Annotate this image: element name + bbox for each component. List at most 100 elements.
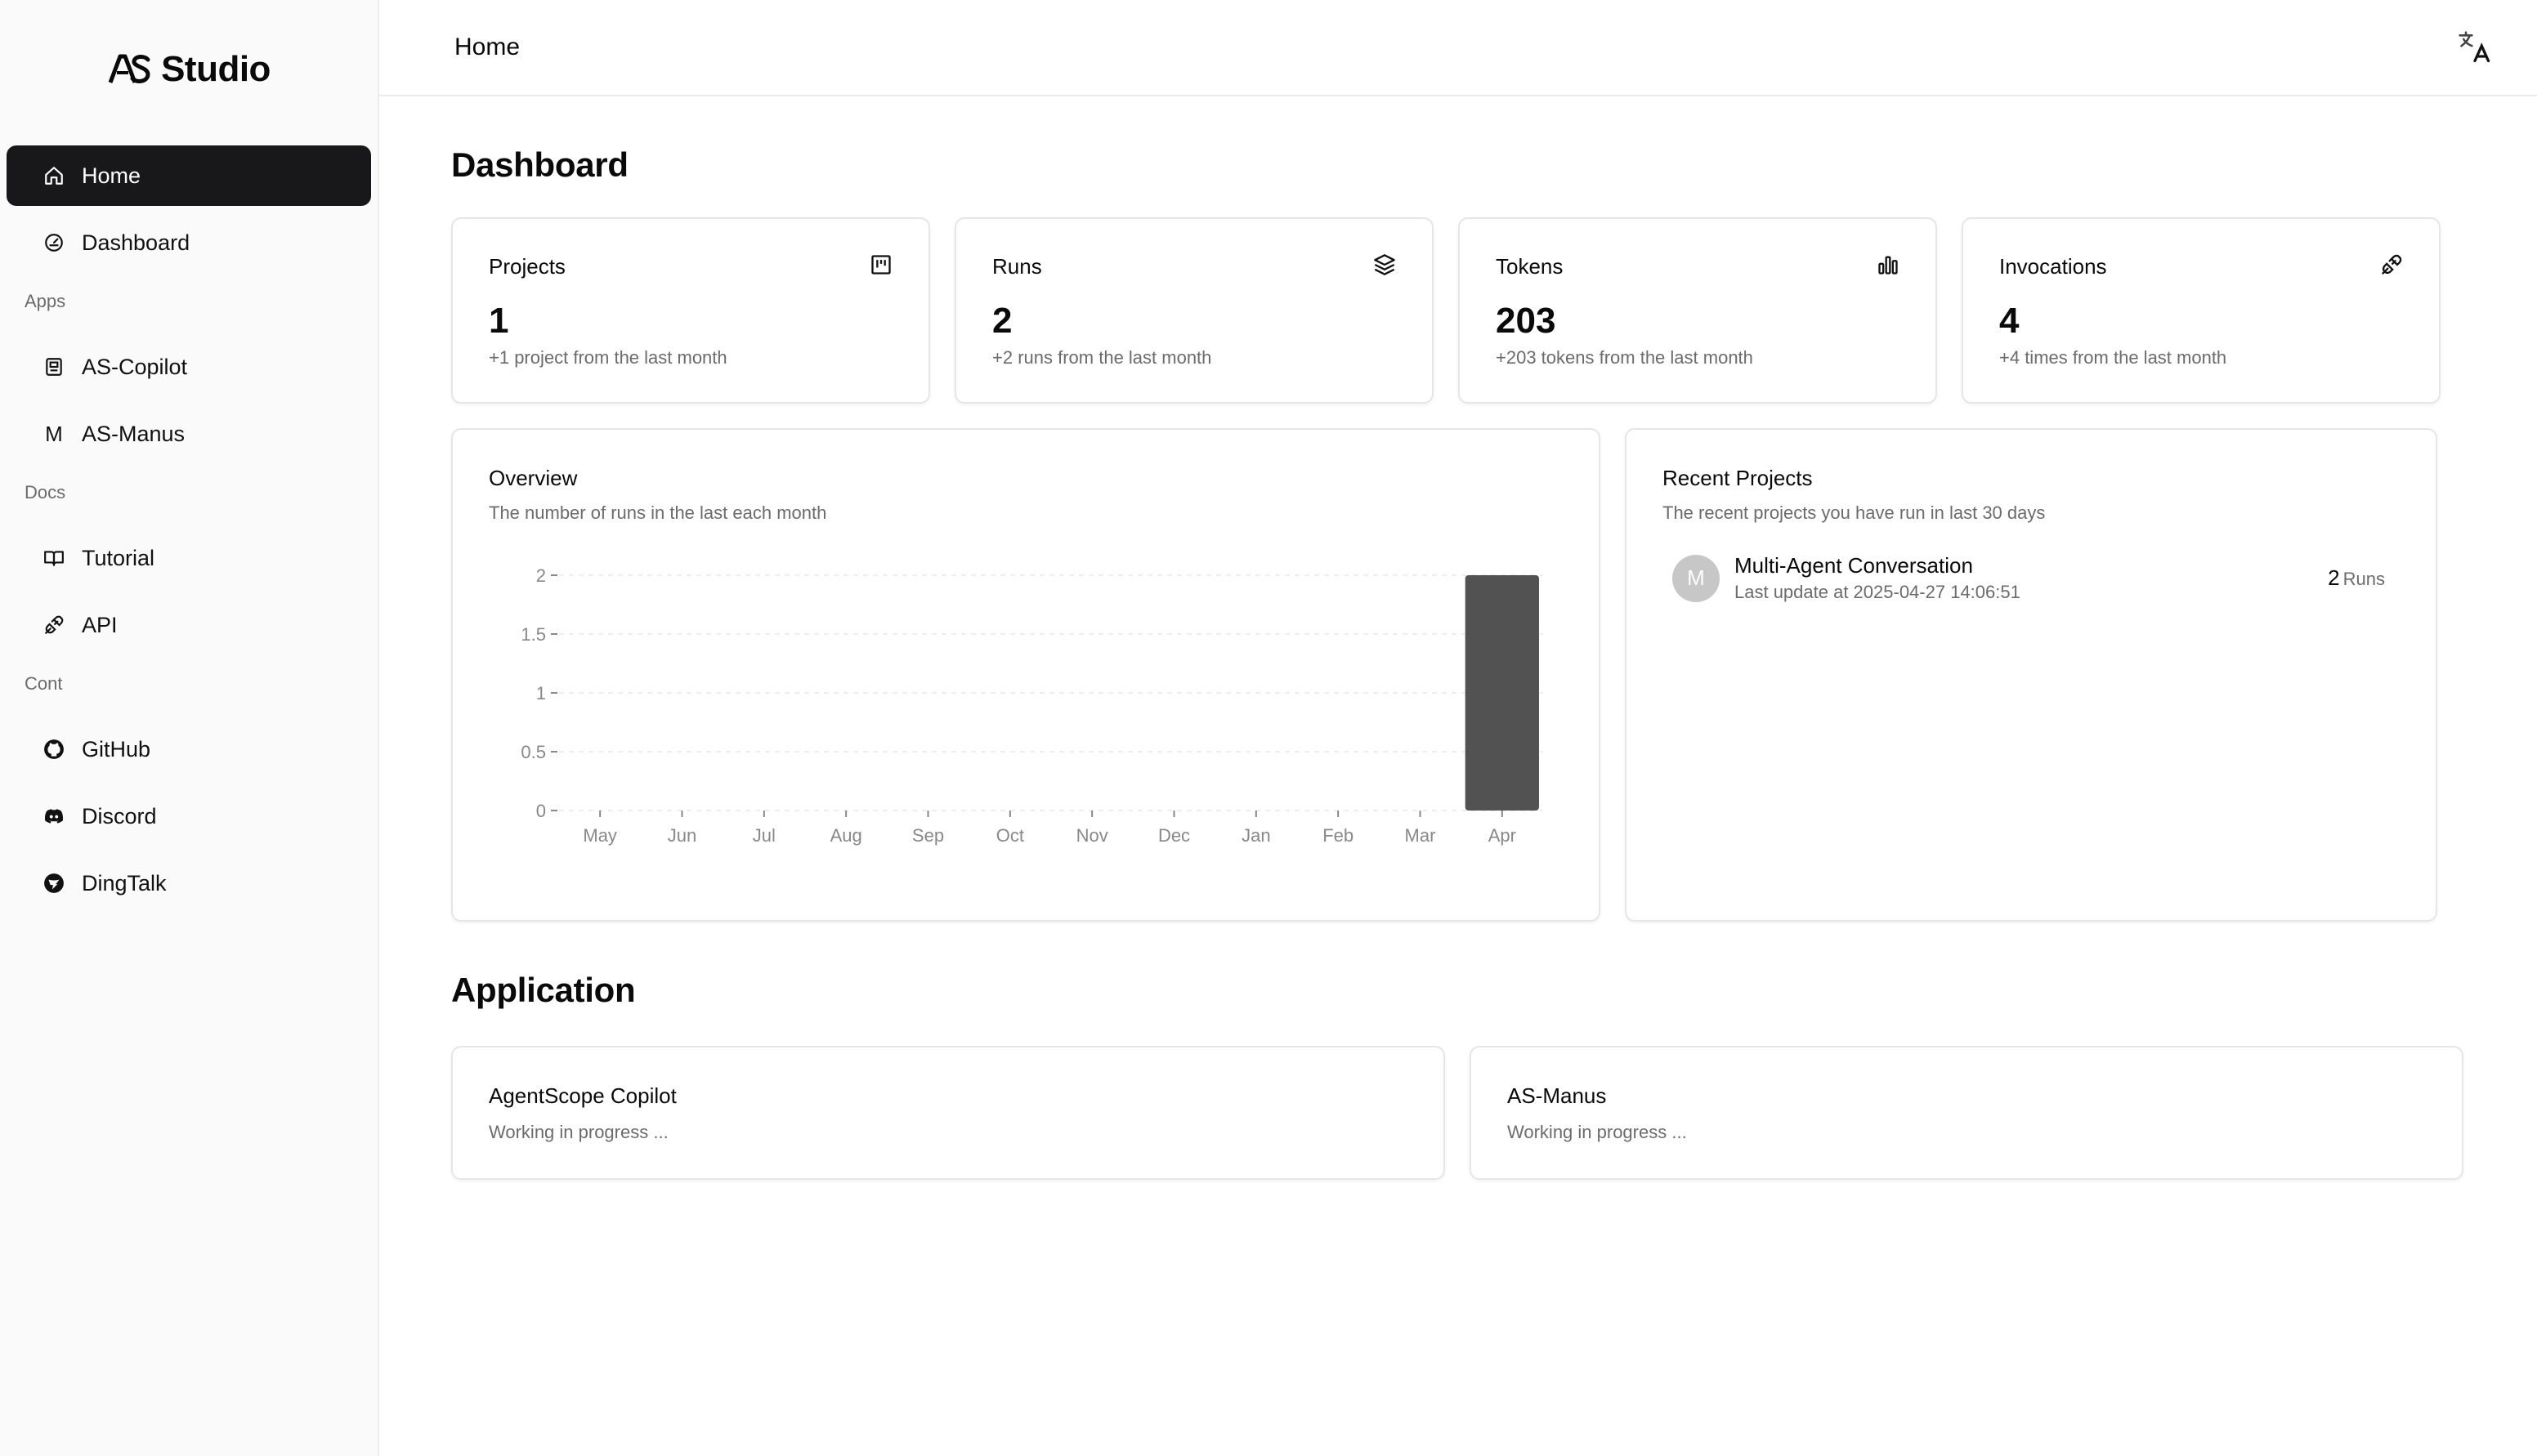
sidebar-item-discord[interactable]: Discord: [7, 786, 371, 846]
y-tick-label: 0.5: [521, 742, 546, 762]
overview-card: Overview The number of runs in the last …: [451, 428, 1600, 922]
y-tick-label: 1: [536, 683, 546, 703]
page-title: Home: [454, 33, 521, 60]
kanban-icon: [870, 253, 893, 280]
overview-subtitle: The number of runs in the last each mont…: [489, 502, 827, 523]
sidebar-item-home[interactable]: Home: [7, 145, 371, 206]
stat-value: 2: [992, 301, 1013, 341]
layers-icon: [1373, 253, 1396, 280]
runs-bar-chart: 0 0.5 1 1.5 2 May Jun Jul Aug Sep Oct Nov Dec Jan Feb M…: [521, 565, 1543, 846]
app-name: AS-Manus: [1507, 1083, 1607, 1108]
overview-title: Overview: [489, 466, 578, 490]
project-run-count: 2 Runs: [2328, 565, 2385, 591]
sidebar-item-tutorial[interactable]: Tutorial: [7, 528, 371, 588]
x-tick-label: Jan: [1242, 825, 1270, 846]
app-description: Working in progress ...: [489, 1122, 669, 1142]
app-card-as-manus[interactable]: AS-Manus Working in progress ...: [1470, 1046, 2463, 1180]
y-tick-label: 2: [536, 565, 546, 586]
discord-icon: [43, 805, 65, 828]
sidebar-item-label: AS-Manus: [82, 421, 186, 446]
brand-name: Studio: [161, 49, 271, 89]
x-tick-label: Nov: [1076, 825, 1108, 846]
stat-subtext: +1 project from the last month: [489, 347, 727, 368]
x-tick-label: Oct: [996, 825, 1024, 846]
recent-projects-card: Recent Projects The recent projects you …: [1625, 428, 2437, 922]
bar-apr: [1465, 575, 1539, 811]
topbar: Home: [379, 0, 2537, 96]
sidebar-item-label: Tutorial: [82, 545, 155, 570]
github-icon: [43, 738, 65, 761]
x-tick-label: Feb: [1322, 825, 1354, 846]
stat-row: Projects 1 +1 project from the last mont…: [451, 217, 2465, 404]
sidebar-section-cont: Cont: [25, 673, 63, 694]
sidebar-item-label: GitHub: [82, 736, 151, 761]
stat-label: Runs: [992, 254, 1042, 279]
x-tick-label: Jul: [753, 825, 776, 846]
recent-projects-title: Recent Projects: [1662, 466, 1813, 490]
sidebar-item-github[interactable]: GitHub: [7, 719, 371, 779]
sidebar-item-label: Home: [82, 163, 141, 188]
stat-card-runs: Runs 2 +2 runs from the last month: [955, 217, 1434, 404]
application-row: AgentScope Copilot Working in progress .…: [451, 1046, 2465, 1180]
gauge-icon: [43, 231, 65, 254]
bot-icon: [43, 355, 65, 378]
x-tick-label: Jun: [668, 825, 696, 846]
sidebar-item-label: API: [82, 612, 118, 637]
sidebar-item-dashboard[interactable]: Dashboard: [7, 212, 371, 273]
stat-card-tokens: Tokens 203 +203 tokens from the last mon…: [1458, 217, 1937, 404]
x-tick-label: Apr: [1488, 825, 1516, 846]
x-tick-label: Dec: [1158, 825, 1190, 846]
stat-label: Invocations: [1999, 254, 2107, 279]
project-updated: Last update at 2025-04-27 14:06:51: [1734, 582, 2020, 602]
stat-label: Projects: [489, 254, 566, 279]
app-name: AgentScope Copilot: [489, 1083, 677, 1108]
sidebar-item-as-copilot[interactable]: AS-Copilot: [7, 337, 371, 397]
sidebar-item-label: DingTalk: [82, 870, 167, 895]
application-heading: Application: [451, 971, 636, 1009]
stat-subtext: +4 times from the last month: [1999, 347, 2227, 368]
stat-value: 1: [489, 301, 509, 341]
main-content: Home Dashboard Projects 1 +1 project fro…: [379, 0, 2537, 1456]
x-tick-label: Sep: [912, 825, 944, 846]
app-description: Working in progress ...: [1507, 1122, 1687, 1142]
sidebar-section-docs: Docs: [25, 482, 66, 502]
sidebar-item-as-manus[interactable]: M AS-Manus: [7, 404, 371, 464]
language-toggle-button[interactable]: [2450, 23, 2499, 72]
project-name: Multi-Agent Conversation: [1734, 553, 1973, 578]
run-count-unit: Runs: [2342, 569, 2385, 589]
overview-row: Overview The number of runs in the last …: [451, 428, 2465, 922]
bar-chart-icon: [1877, 253, 1899, 280]
sidebar-item-api[interactable]: API: [7, 595, 371, 655]
y-tick-label: 1.5: [521, 624, 546, 645]
sidebar-item-label: Discord: [82, 803, 157, 828]
y-tick-label: 0: [536, 801, 546, 821]
plug-icon: [2380, 253, 2403, 280]
translate-icon: [2459, 31, 2490, 63]
stat-subtext: +203 tokens from the last month: [1496, 347, 1753, 368]
run-count-value: 2: [2328, 565, 2340, 590]
stat-label: Tokens: [1496, 254, 1564, 279]
stat-subtext: +2 runs from the last month: [992, 347, 1212, 368]
dingtalk-icon: [43, 872, 65, 895]
home-icon: [43, 164, 65, 187]
stat-card-projects: Projects 1 +1 project from the last mont…: [451, 217, 930, 404]
recent-project-item[interactable]: M Multi-Agent Conversation Last update a…: [1662, 553, 2400, 603]
sidebar-item-label: AS-Copilot: [82, 354, 188, 379]
x-tick-label: May: [583, 825, 617, 846]
plug-icon: [43, 614, 65, 636]
brand-logo[interactable]: Studio: [7, 0, 371, 139]
stat-card-invocations: Invocations 4 +4 times from the last mon…: [1962, 217, 2441, 404]
sidebar-item-dingtalk[interactable]: DingTalk: [7, 853, 371, 913]
app-card-agentscope-copilot[interactable]: AgentScope Copilot Working in progress .…: [451, 1046, 1445, 1180]
sidebar-item-label: Dashboard: [82, 230, 190, 255]
stat-value: 4: [1999, 301, 2020, 341]
letter-m-icon: M: [45, 421, 63, 446]
app-root: Studio Home Dashboard Apps AS-Copilot M …: [0, 0, 2537, 1456]
recent-projects-subtitle: The recent projects you have run in last…: [1662, 502, 2046, 523]
book-icon: [43, 547, 65, 569]
sidebar-section-apps: Apps: [25, 291, 66, 311]
avatar: M: [1672, 554, 1720, 602]
stat-value: 203: [1496, 301, 1556, 341]
dashboard-heading: Dashboard: [451, 145, 629, 184]
x-tick-label: Mar: [1405, 825, 1436, 846]
